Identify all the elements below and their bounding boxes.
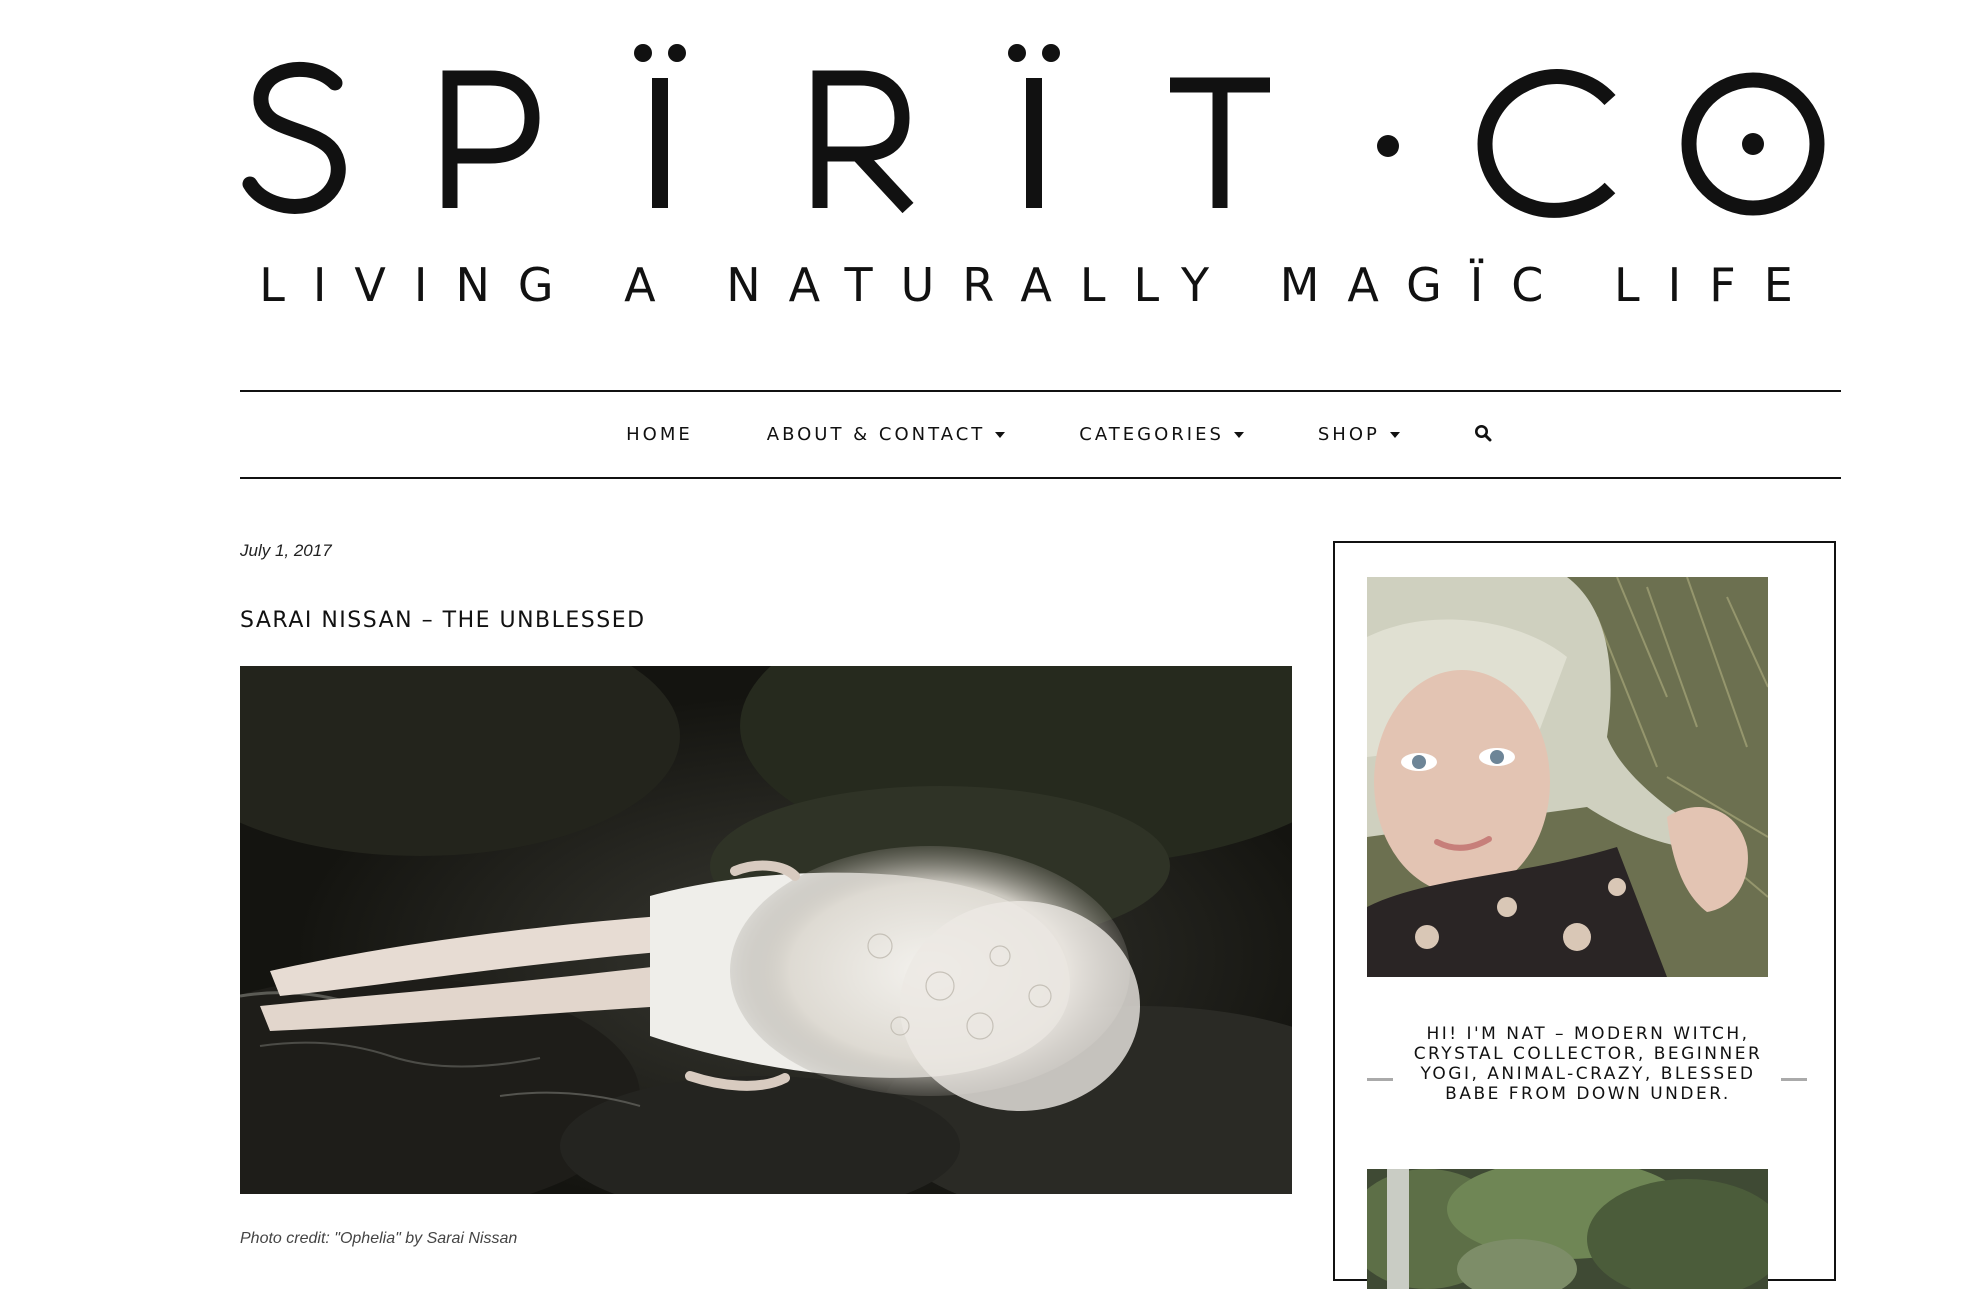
logo-middot bbox=[1377, 135, 1399, 157]
logo-letter-c bbox=[1477, 69, 1616, 218]
caret-down-icon bbox=[995, 431, 1006, 438]
nav-item-home[interactable]: HOME bbox=[626, 424, 693, 445]
logo-letter-i1 bbox=[652, 78, 668, 208]
logo-letter-t bbox=[1170, 77, 1270, 208]
nav-item-label: SHOP bbox=[1317, 424, 1380, 445]
page: LIVING A NATURALLY MAGÏC LIFE HOME ABOUT… bbox=[0, 0, 1982, 1289]
site-logo[interactable] bbox=[240, 38, 1850, 228]
nav-item-label: CATEGORIES bbox=[1079, 424, 1224, 445]
nav-item-about-contact[interactable]: ABOUT & CONTACT bbox=[767, 424, 1006, 445]
profile-photo[interactable] bbox=[1367, 577, 1768, 977]
nav-item-label: ABOUT & CONTACT bbox=[766, 424, 986, 445]
divider bbox=[1367, 1078, 1393, 1081]
post-title[interactable]: SARAI NISSAN – THE UNBLESSED bbox=[240, 608, 646, 633]
divider bbox=[1781, 1078, 1807, 1081]
post-date: July 1, 2017 bbox=[240, 541, 332, 560]
bio-text: HI! I'M NAT – MODERN WITCH, CRYSTAL COLL… bbox=[1413, 1024, 1763, 1104]
logo-letter-s bbox=[242, 61, 346, 214]
caret-down-icon bbox=[1389, 431, 1400, 438]
photo-credit: Photo credit: "Ophelia" by Sarai Nissan bbox=[240, 1230, 518, 1247]
caret-down-icon bbox=[1233, 431, 1244, 438]
logo-o-dot bbox=[1742, 133, 1764, 155]
logo-letter-r bbox=[812, 70, 914, 214]
logo-letter-p bbox=[442, 70, 540, 208]
nav-item-shop[interactable]: SHOP bbox=[1318, 424, 1400, 445]
nav-item-label: HOME bbox=[626, 424, 693, 445]
nav-bottom-rule bbox=[240, 477, 1841, 479]
sidebar-photo[interactable] bbox=[1367, 1169, 1768, 1289]
bio: HI! I'M NAT – MODERN WITCH, CRYSTAL COLL… bbox=[1367, 1024, 1807, 1134]
nav-item-categories[interactable]: CATEGORIES bbox=[1079, 424, 1244, 445]
logo-dot bbox=[634, 44, 652, 62]
logo-dot bbox=[1008, 44, 1026, 62]
post-featured-image[interactable] bbox=[240, 666, 1292, 1194]
sidebar: HI! I'M NAT – MODERN WITCH, CRYSTAL COLL… bbox=[1333, 541, 1836, 1289]
logo-dot bbox=[668, 44, 686, 62]
site-tagline: LIVING A NATURALLY MAGÏC LIFE bbox=[259, 258, 1821, 312]
logo-letter-i2 bbox=[1026, 78, 1042, 208]
logo-svg bbox=[242, 44, 1825, 218]
main-nav: HOME ABOUT & CONTACT CATEGORIES SHOP bbox=[240, 392, 1841, 477]
search-icon[interactable] bbox=[1474, 424, 1492, 446]
logo-dot bbox=[1042, 44, 1060, 62]
